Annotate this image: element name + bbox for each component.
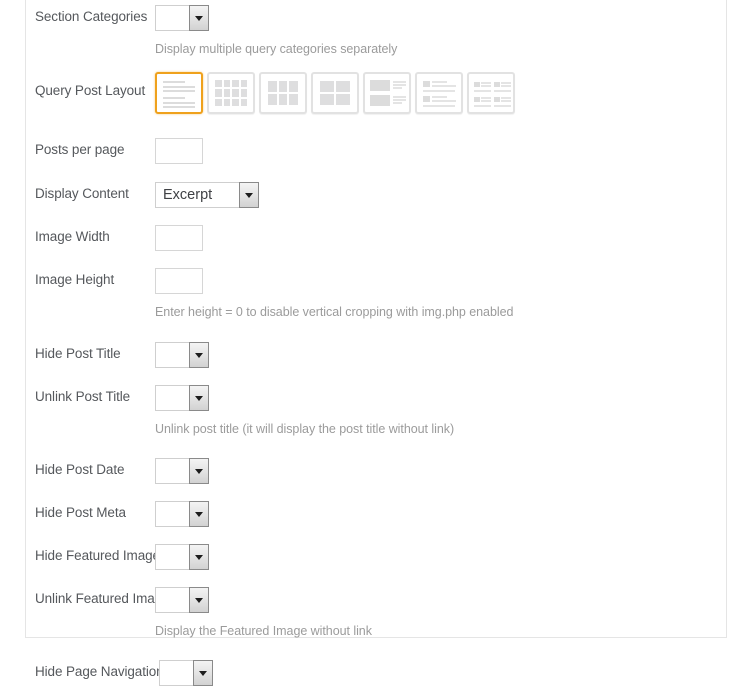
control-hide-page-navigation — [159, 660, 213, 686]
field-row-unlink-post-title: Unlink Post Title — [0, 385, 750, 411]
control-section-categories — [155, 5, 209, 31]
hint-section-categories: Display multiple query categories separa… — [155, 42, 398, 56]
field-row-hide-featured-image: Hide Featured Image — [0, 544, 750, 570]
label-unlink-post-title: Unlink Post Title — [35, 389, 131, 404]
field-row-hide-post-date: Hide Post Date — [0, 458, 750, 484]
field-row-section-categories: Section Categories — [0, 5, 750, 31]
select-display-content[interactable]: Excerpt — [155, 182, 259, 208]
label-image-width: Image Width — [35, 229, 110, 244]
label-unlink-featured-image: Unlink Featured Image — [35, 591, 170, 606]
hint-spacer-1 — [35, 42, 155, 46]
hint-spacer-4 — [35, 624, 155, 628]
field-row-posts-per-page: Posts per page — [0, 138, 750, 164]
control-unlink-post-title — [155, 385, 209, 411]
label-section-categories: Section Categories — [35, 9, 148, 24]
control-image-height — [155, 268, 203, 294]
layout-picker — [155, 72, 515, 114]
layout-option-grid-3col[interactable] — [259, 72, 307, 114]
select-section-categories[interactable] — [155, 5, 209, 31]
hint-unlink-featured-image: Display the Featured Image without link — [155, 624, 372, 638]
field-row-unlink-featured-image: Unlink Featured Image — [0, 587, 750, 613]
select-hide-post-date[interactable] — [155, 458, 209, 484]
hint-unlink-post-title: Unlink post title (it will display the p… — [155, 422, 455, 436]
label-hide-post-date: Hide Post Date — [35, 462, 125, 477]
layout-option-media-large[interactable] — [363, 72, 411, 114]
layout-option-grid-4col[interactable] — [207, 72, 255, 114]
list-rows-icon — [161, 78, 197, 108]
label-hide-featured-image: Hide Featured Image — [35, 548, 160, 563]
grid-3col-icon — [265, 78, 301, 108]
layout-option-media-small[interactable] — [415, 72, 463, 114]
query-post-settings-form: Section Categories Display multiple quer… — [0, 0, 750, 686]
field-row-hide-post-meta: Hide Post Meta — [0, 501, 750, 527]
layout-option-grid-2col[interactable] — [311, 72, 359, 114]
control-hide-featured-image — [155, 544, 209, 570]
hint-spacer-3 — [35, 422, 155, 426]
control-hide-post-date — [155, 458, 209, 484]
chevron-down-icon[interactable] — [189, 501, 209, 527]
field-row-display-content: Display Content Excerpt — [0, 182, 750, 208]
media-two-col-icon — [473, 78, 511, 108]
select-hide-post-meta[interactable] — [155, 501, 209, 527]
chevron-down-icon[interactable] — [189, 544, 209, 570]
label-posts-per-page: Posts per page — [35, 142, 125, 157]
media-large-icon — [369, 78, 406, 108]
select-hide-post-title[interactable] — [155, 342, 209, 368]
select-hide-featured-image[interactable] — [155, 544, 209, 570]
select-value-display-content: Excerpt — [163, 187, 213, 203]
field-row-hide-post-title: Hide Post Title — [0, 342, 750, 368]
field-row-image-width: Image Width — [0, 225, 750, 251]
layout-option-list[interactable] — [155, 72, 203, 114]
hint-row-unlink-post-title: Unlink post title (it will display the p… — [0, 422, 750, 437]
hint-row-section-categories: Display multiple query categories separa… — [0, 42, 750, 57]
hint-image-height: Enter height = 0 to disable vertical cro… — [155, 305, 514, 319]
chevron-down-icon[interactable] — [239, 182, 259, 208]
control-hide-post-title — [155, 342, 209, 368]
label-display-content: Display Content — [35, 186, 129, 201]
hint-spacer-2 — [35, 305, 155, 309]
field-row-query-post-layout: Query Post Layout — [0, 72, 750, 114]
chevron-down-icon[interactable] — [189, 587, 209, 613]
field-row-hide-page-navigation: Hide Page Navigation — [0, 660, 750, 686]
select-unlink-post-title[interactable] — [155, 385, 209, 411]
input-image-height[interactable] — [155, 268, 203, 294]
label-query-post-layout: Query Post Layout — [35, 83, 146, 98]
control-hide-post-meta — [155, 501, 209, 527]
chevron-down-icon[interactable] — [189, 458, 209, 484]
chevron-down-icon[interactable] — [189, 5, 209, 31]
chevron-down-icon[interactable] — [189, 385, 209, 411]
layout-option-media-two-col[interactable] — [467, 72, 515, 114]
input-image-width[interactable] — [155, 225, 203, 251]
grid-4col-icon — [213, 78, 249, 108]
grid-2col-icon — [317, 78, 353, 108]
control-display-content: Excerpt — [155, 182, 259, 208]
control-unlink-featured-image — [155, 587, 209, 613]
control-posts-per-page — [155, 138, 203, 164]
chevron-down-icon[interactable] — [193, 660, 213, 686]
label-image-height: Image Height — [35, 272, 115, 287]
input-posts-per-page[interactable] — [155, 138, 203, 164]
field-row-image-height: Image Height — [0, 268, 750, 294]
hint-row-unlink-featured-image: Display the Featured Image without link — [0, 624, 750, 639]
media-small-icon — [421, 78, 457, 108]
control-image-width — [155, 225, 203, 251]
hint-row-image-height: Enter height = 0 to disable vertical cro… — [0, 305, 750, 320]
select-unlink-featured-image[interactable] — [155, 587, 209, 613]
label-hide-page-navigation: Hide Page Navigation — [35, 664, 164, 679]
label-hide-post-meta: Hide Post Meta — [35, 505, 126, 520]
chevron-down-icon[interactable] — [189, 342, 209, 368]
select-hide-page-navigation[interactable] — [159, 660, 213, 686]
label-hide-post-title: Hide Post Title — [35, 346, 121, 361]
